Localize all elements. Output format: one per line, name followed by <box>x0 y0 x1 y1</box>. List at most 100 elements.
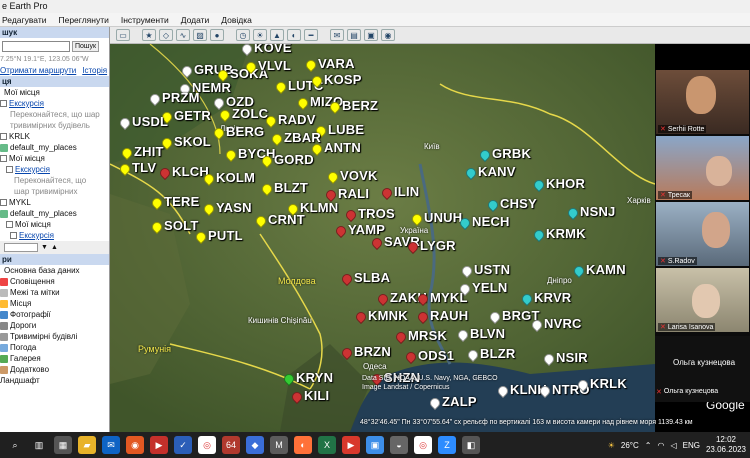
history-link[interactable]: Історія <box>82 65 107 76</box>
participant-tile[interactable]: ✕ Larisa Isanova <box>656 268 749 332</box>
excursion-link[interactable]: Екскурсія <box>15 164 50 175</box>
placemark-label[interactable]: KAMN <box>586 262 626 277</box>
volume-icon[interactable]: ◁ <box>670 441 676 450</box>
placemark-label[interactable]: KOVE <box>254 44 292 55</box>
weather-icon[interactable]: ☀ <box>608 441 615 450</box>
krlk-checkbox[interactable] <box>0 133 7 140</box>
maps-icon[interactable]: ◉ <box>381 29 395 41</box>
search-input[interactable] <box>2 40 70 52</box>
placemark-label[interactable]: USTN <box>474 262 510 277</box>
my-places-checkbox[interactable] <box>6 221 13 228</box>
network-icon[interactable]: ◠ <box>657 441 664 450</box>
placemark-label[interactable]: BLZR <box>480 346 515 361</box>
layer-item[interactable]: Межі та мітки <box>10 287 60 298</box>
placemark-label[interactable]: LYGR <box>420 238 456 253</box>
app-gray-icon[interactable]: ◧ <box>462 436 480 454</box>
search-icon[interactable]: ⌕ <box>6 436 24 454</box>
layer-item[interactable]: Основна база даних <box>0 265 80 276</box>
files-icon[interactable]: ◆ <box>246 436 264 454</box>
placemark-label[interactable]: TERE <box>164 194 199 209</box>
placemark-label[interactable]: KANV <box>478 164 516 179</box>
placemark-label[interactable]: BERG <box>226 124 264 139</box>
chrome-icon[interactable]: ◎ <box>198 436 216 454</box>
placemark-label[interactable]: KRYN <box>296 370 333 385</box>
app-blue-icon[interactable]: ▣ <box>366 436 384 454</box>
participant-tile[interactable]: ✕ Тресак <box>656 136 749 200</box>
menu-help[interactable]: Довідка <box>221 13 252 26</box>
placemark-label[interactable]: NSIR <box>556 350 588 365</box>
excursion-checkbox[interactable] <box>0 100 7 107</box>
placemark-label[interactable]: BRZN <box>354 344 391 359</box>
placemark-label[interactable]: VARA <box>318 56 355 71</box>
sidebar-toggle-icon[interactable]: ▭ <box>116 29 130 41</box>
placemark-label[interactable]: CHSY <box>500 196 537 211</box>
placemark-label[interactable]: ZALP <box>442 394 477 409</box>
my-places-label[interactable]: Мої місця <box>15 219 51 230</box>
app-icon[interactable]: ◉ <box>126 436 144 454</box>
mykl-checkbox[interactable] <box>0 199 7 206</box>
placemark-label[interactable]: LUBE <box>328 122 364 137</box>
layer-item[interactable]: Погода <box>10 342 36 353</box>
mountain-icon[interactable]: ▲ <box>270 29 284 41</box>
placemark-label[interactable]: KRVR <box>534 290 571 305</box>
placemark-label[interactable]: GRBK <box>492 146 531 161</box>
placemark-label[interactable]: NSNJ <box>580 204 615 219</box>
placemark-icon[interactable]: ★ <box>142 29 156 41</box>
excursion-checkbox[interactable] <box>10 232 17 239</box>
my-places-label[interactable]: Мої місця <box>9 153 45 164</box>
email-icon[interactable]: ✉ <box>330 29 344 41</box>
history-icon[interactable]: ◷ <box>236 29 250 41</box>
placemark-label[interactable]: MRSK <box>408 328 447 343</box>
excursion-link[interactable]: Екскурсія <box>19 230 54 241</box>
mail-client-icon[interactable]: ✓ <box>174 436 192 454</box>
placemark-label[interactable]: RALI <box>338 186 369 201</box>
search-button[interactable]: Пошук <box>72 40 100 52</box>
placemark-label[interactable]: ZHIT <box>134 144 164 159</box>
language-indicator[interactable]: ENG <box>683 441 700 450</box>
menu-add[interactable]: Додати <box>181 13 210 26</box>
placemark-label[interactable]: VLVL <box>258 58 291 73</box>
placemark-label[interactable]: CRNT <box>268 212 305 227</box>
placemark-label[interactable]: YELN <box>472 280 507 295</box>
layer-item[interactable]: Сповіщення <box>10 276 55 287</box>
placemark-label[interactable]: VOVK <box>340 168 378 183</box>
placemark-label[interactable]: KMNK <box>368 308 408 323</box>
placemark-label[interactable]: PRZM <box>162 90 200 105</box>
path-icon[interactable]: ∿ <box>176 29 190 41</box>
placemark-label[interactable]: ZOLC <box>232 106 268 121</box>
participant-tile[interactable]: ✕ S.Radov <box>656 202 749 266</box>
placemark-label[interactable]: KOLM <box>216 170 255 185</box>
layer-item[interactable]: Ландшафт <box>0 375 40 386</box>
sun-icon[interactable]: ☀ <box>253 29 267 41</box>
placemark-label[interactable]: TROS <box>358 206 395 221</box>
placemark-label[interactable]: RAUH <box>430 308 468 323</box>
placemark-label[interactable]: BERZ <box>342 98 378 113</box>
placemark-label[interactable]: SOLT <box>164 218 199 233</box>
placemark-label[interactable]: YAMP <box>348 222 385 237</box>
placemark-label[interactable]: GETR <box>174 108 211 123</box>
layer-item[interactable]: Фотографії <box>10 309 51 320</box>
menu-edit[interactable]: Редагувати <box>2 13 46 26</box>
placemark-label[interactable]: KLMN <box>300 200 338 215</box>
my-places-label[interactable]: Мої місця <box>0 87 40 98</box>
chevron-up-icon[interactable]: ⌃ <box>645 441 652 450</box>
placemark-label[interactable]: GORD <box>274 152 314 167</box>
chrome-icon-2[interactable]: ◎ <box>414 436 432 454</box>
placemark-label[interactable]: KRLK <box>590 376 627 391</box>
placemark-label[interactable]: BLZT <box>274 180 308 195</box>
mail-icon[interactable]: ✉ <box>102 436 120 454</box>
layer-item[interactable]: Місця <box>10 298 31 309</box>
earth-icon[interactable]: ◒ <box>390 436 408 454</box>
placemark-label[interactable]: KILI <box>304 388 329 403</box>
print-icon[interactable]: ▤ <box>347 29 361 41</box>
placemark-label[interactable]: NECH <box>472 214 510 229</box>
presentation-icon[interactable]: ▶ <box>150 436 168 454</box>
placemark-label[interactable]: RADV <box>278 112 316 127</box>
my-places-checkbox[interactable] <box>0 155 7 162</box>
file-explorer-icon[interactable]: ▰ <box>78 436 96 454</box>
app-m-icon[interactable]: M <box>270 436 288 454</box>
placemark-label[interactable]: NVRC <box>544 316 582 331</box>
polygon-icon[interactable]: ◇ <box>159 29 173 41</box>
excursion-checkbox[interactable] <box>6 166 13 173</box>
placemark-label[interactable]: UNUH <box>424 210 462 225</box>
